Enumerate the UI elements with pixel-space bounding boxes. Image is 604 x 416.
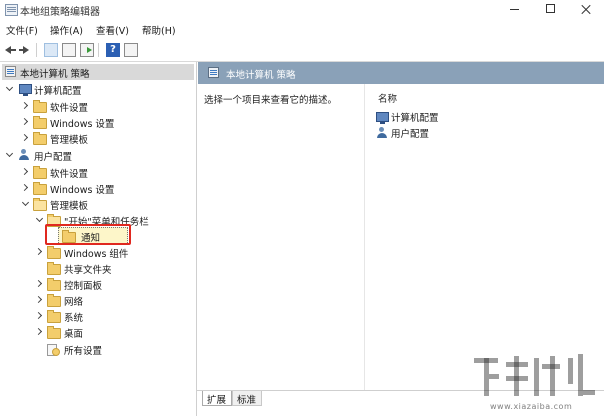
folder-icon <box>33 166 47 179</box>
menu-action[interactable]: 操作(A) <box>50 23 83 37</box>
computer-icon <box>376 112 389 124</box>
user-icon <box>18 149 30 161</box>
properties-icon[interactable] <box>62 43 76 57</box>
filter-icon[interactable] <box>124 43 138 57</box>
window-title: 本地组策略编辑器 <box>20 7 100 18</box>
details-header-title: 本地计算机 策略 <box>226 70 296 81</box>
menu-help[interactable]: 帮助(H) <box>142 23 176 37</box>
column-separator <box>364 84 365 390</box>
name-column-header[interactable]: 名称 <box>378 91 397 105</box>
help-icon[interactable]: ? <box>106 43 120 57</box>
menu-view[interactable]: 查看(V) <box>96 23 129 37</box>
menu-bar: 文件(F) 操作(A) 查看(V) 帮助(H) <box>0 20 604 38</box>
tree-item-label: 计算机配置 <box>34 86 82 97</box>
expand-right-icon[interactable] <box>22 184 29 191</box>
details-header: 本地计算机 策略 <box>198 62 604 84</box>
list-item-label: 用户配置 <box>391 129 430 140</box>
expand-right-icon[interactable] <box>22 118 29 125</box>
folder-icon <box>33 182 47 195</box>
tree-item-label: Windows 组件 <box>64 249 129 260</box>
tree-item-label: 控制面板 <box>64 281 103 292</box>
expand-down-icon[interactable] <box>22 200 29 207</box>
expand-right-icon[interactable] <box>22 134 29 141</box>
tree-item-label: Windows 设置 <box>50 119 115 130</box>
folder-icon <box>47 262 61 275</box>
folder-icon <box>47 310 61 323</box>
policy-editor-icon <box>5 4 18 16</box>
description-text: 选择一个项目来查看它的描述。 <box>204 95 338 106</box>
tree-root[interactable]: 本地计算机 策略 <box>2 64 194 80</box>
folder-icon <box>47 246 61 259</box>
all-settings-icon <box>47 343 60 356</box>
tab-expanded[interactable]: 扩展 <box>202 391 232 406</box>
expand-right-icon[interactable] <box>22 102 29 109</box>
expand-right-icon[interactable] <box>36 328 43 335</box>
tree-item-label: 共享文件夹 <box>64 265 112 276</box>
back-arrow-icon[interactable] <box>4 43 18 57</box>
watermark-glyphs <box>474 354 595 396</box>
user-icon <box>376 127 388 139</box>
watermark-url: www.xiazaiba.com <box>490 402 573 411</box>
folder-icon <box>33 132 47 145</box>
folder-icon <box>47 326 61 339</box>
watermark-logo: www.xiazaiba.com <box>470 352 600 412</box>
export-list-icon[interactable] <box>80 43 94 57</box>
folder-icon <box>47 278 61 291</box>
expand-right-icon[interactable] <box>36 312 43 319</box>
title-bar: 本地组策略编辑器 <box>0 0 604 19</box>
policy-icon <box>5 66 16 77</box>
expand-right-icon[interactable] <box>36 248 43 255</box>
tab-standard[interactable]: 标准 <box>232 391 262 406</box>
minimize-button[interactable] <box>496 0 532 19</box>
close-button[interactable] <box>568 0 604 19</box>
tree-item-label: 管理模板 <box>50 135 89 146</box>
expand-right-icon[interactable] <box>36 280 43 287</box>
toolbar-separator <box>36 43 37 57</box>
tree-root-label: 本地计算机 策略 <box>20 69 90 80</box>
policy-icon <box>208 67 219 78</box>
computer-icon <box>19 84 32 96</box>
folder-icon <box>33 116 47 129</box>
show-tree-icon[interactable] <box>44 43 58 57</box>
tree-item-label: 桌面 <box>64 329 84 340</box>
forward-arrow-icon[interactable] <box>18 43 32 57</box>
tree-item-label: 系统 <box>64 313 84 324</box>
highlight-annotation <box>45 224 131 245</box>
tree-item-label: 管理模板 <box>50 201 89 212</box>
tree-item-label: 软件设置 <box>50 103 89 114</box>
tree-item-label: 所有设置 <box>64 346 103 357</box>
tree-item-label: Windows 设置 <box>50 185 115 196</box>
toolbar: ? <box>0 39 604 62</box>
list-item-label: 计算机配置 <box>391 113 439 124</box>
tree-item-label: 软件设置 <box>50 169 89 180</box>
folder-open-icon <box>33 198 47 211</box>
expand-down-icon[interactable] <box>6 151 13 158</box>
details-pane[interactable]: 本地计算机 策略 选择一个项目来查看它的描述。 名称 计算机配置 用户配置 <box>198 62 604 390</box>
toolbar-separator <box>98 43 99 57</box>
expand-down-icon[interactable] <box>6 85 13 92</box>
folder-icon <box>47 294 61 307</box>
expand-right-icon[interactable] <box>22 168 29 175</box>
menu-file[interactable]: 文件(F) <box>6 23 38 37</box>
folder-icon <box>33 100 47 113</box>
tree-item-label: 网络 <box>64 297 84 308</box>
expand-down-icon[interactable] <box>36 216 43 223</box>
maximize-button[interactable] <box>532 0 568 19</box>
expand-right-icon[interactable] <box>36 296 43 303</box>
tree-item-label: 用户配置 <box>34 152 73 163</box>
